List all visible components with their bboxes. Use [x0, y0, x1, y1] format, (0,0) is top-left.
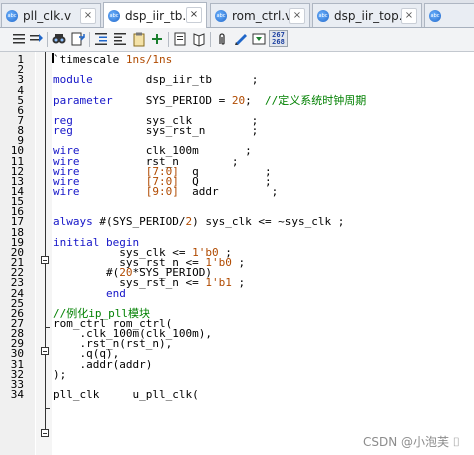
code-line[interactable]: 34 pll_clk u_pll_clk( — [0, 389, 474, 400]
verilog-file-icon: abc — [108, 9, 120, 22]
code-token: pll_clk u_pll_clk( — [53, 387, 199, 401]
tab-dsp-iir-top[interactable]: abc dsp_iir_top.v × — [312, 3, 422, 27]
file-tab-bar: abc pll_clk.v × abc dsp_iir_tb.v × abc r… — [0, 0, 474, 28]
insert-lines-icon[interactable] — [11, 31, 27, 47]
toolbar-separator — [47, 32, 48, 47]
watermark: CSDN @小泡芙 ⌷ — [362, 435, 460, 449]
tab-overflow[interactable]: abc — [424, 3, 474, 27]
attach-2-icon[interactable] — [233, 31, 249, 47]
tab-rom-ctrl[interactable]: abc rom_ctrl.v × — [210, 3, 310, 27]
tab-pll-clk[interactable]: abc pll_clk.v × — [1, 3, 101, 27]
tab-dsp-iir-tb[interactable]: abc dsp_iir_tb.v × — [103, 2, 207, 28]
verilog-file-icon: abc — [215, 9, 227, 22]
editor-window: abc pll_clk.v × abc dsp_iir_tb.v × abc r… — [0, 0, 474, 455]
toolbar-separator — [89, 32, 90, 47]
toolbar-separator — [210, 32, 211, 47]
outdent-icon[interactable] — [112, 31, 128, 47]
close-icon[interactable]: × — [80, 8, 96, 24]
toolbar-separator — [168, 32, 169, 47]
line-number: 34 — [10, 387, 24, 401]
code-editor[interactable]: 1 `timescale 1ns/1ns 2 3 module dsp_iir_tb ;… — [0, 52, 474, 455]
next-bookmark-icon[interactable] — [251, 31, 267, 47]
text-cursor — [52, 53, 54, 63]
column-number-value: 268 — [272, 38, 285, 46]
toggle-case-icon[interactable] — [149, 31, 165, 47]
verilog-file-icon: abc — [429, 9, 441, 22]
close-icon[interactable]: × — [186, 7, 202, 23]
line-column-indicator[interactable]: 267 268 — [269, 30, 288, 47]
clipboard-icon[interactable] — [131, 31, 147, 47]
tab-label: rom_ctrl.v — [232, 8, 293, 23]
close-icon[interactable]: × — [289, 8, 305, 24]
code-text: pll_clk u_pll_clk( — [53, 389, 199, 400]
indent-icon[interactable] — [93, 31, 109, 47]
attach-icon[interactable] — [214, 31, 230, 47]
tab-label: dsp_iir_top.v — [334, 8, 410, 23]
fold-toggle-icon[interactable] — [41, 429, 49, 437]
shift-right-icon[interactable] — [28, 31, 44, 47]
find-in-files-icon[interactable] — [70, 31, 86, 47]
verilog-file-icon: abc — [6, 9, 18, 22]
tab-label: dsp_iir_tb.v — [125, 8, 194, 23]
editor-toolbar: 267 268 — [0, 28, 474, 52]
verilog-file-icon: abc — [317, 9, 329, 22]
close-icon[interactable]: × — [401, 8, 417, 24]
bookmark-toggle-icon[interactable] — [172, 31, 188, 47]
tab-label: pll_clk.v — [23, 8, 72, 23]
find-icon[interactable] — [51, 31, 67, 47]
fold-end-marker — [45, 408, 50, 409]
book-icon[interactable] — [191, 31, 207, 47]
